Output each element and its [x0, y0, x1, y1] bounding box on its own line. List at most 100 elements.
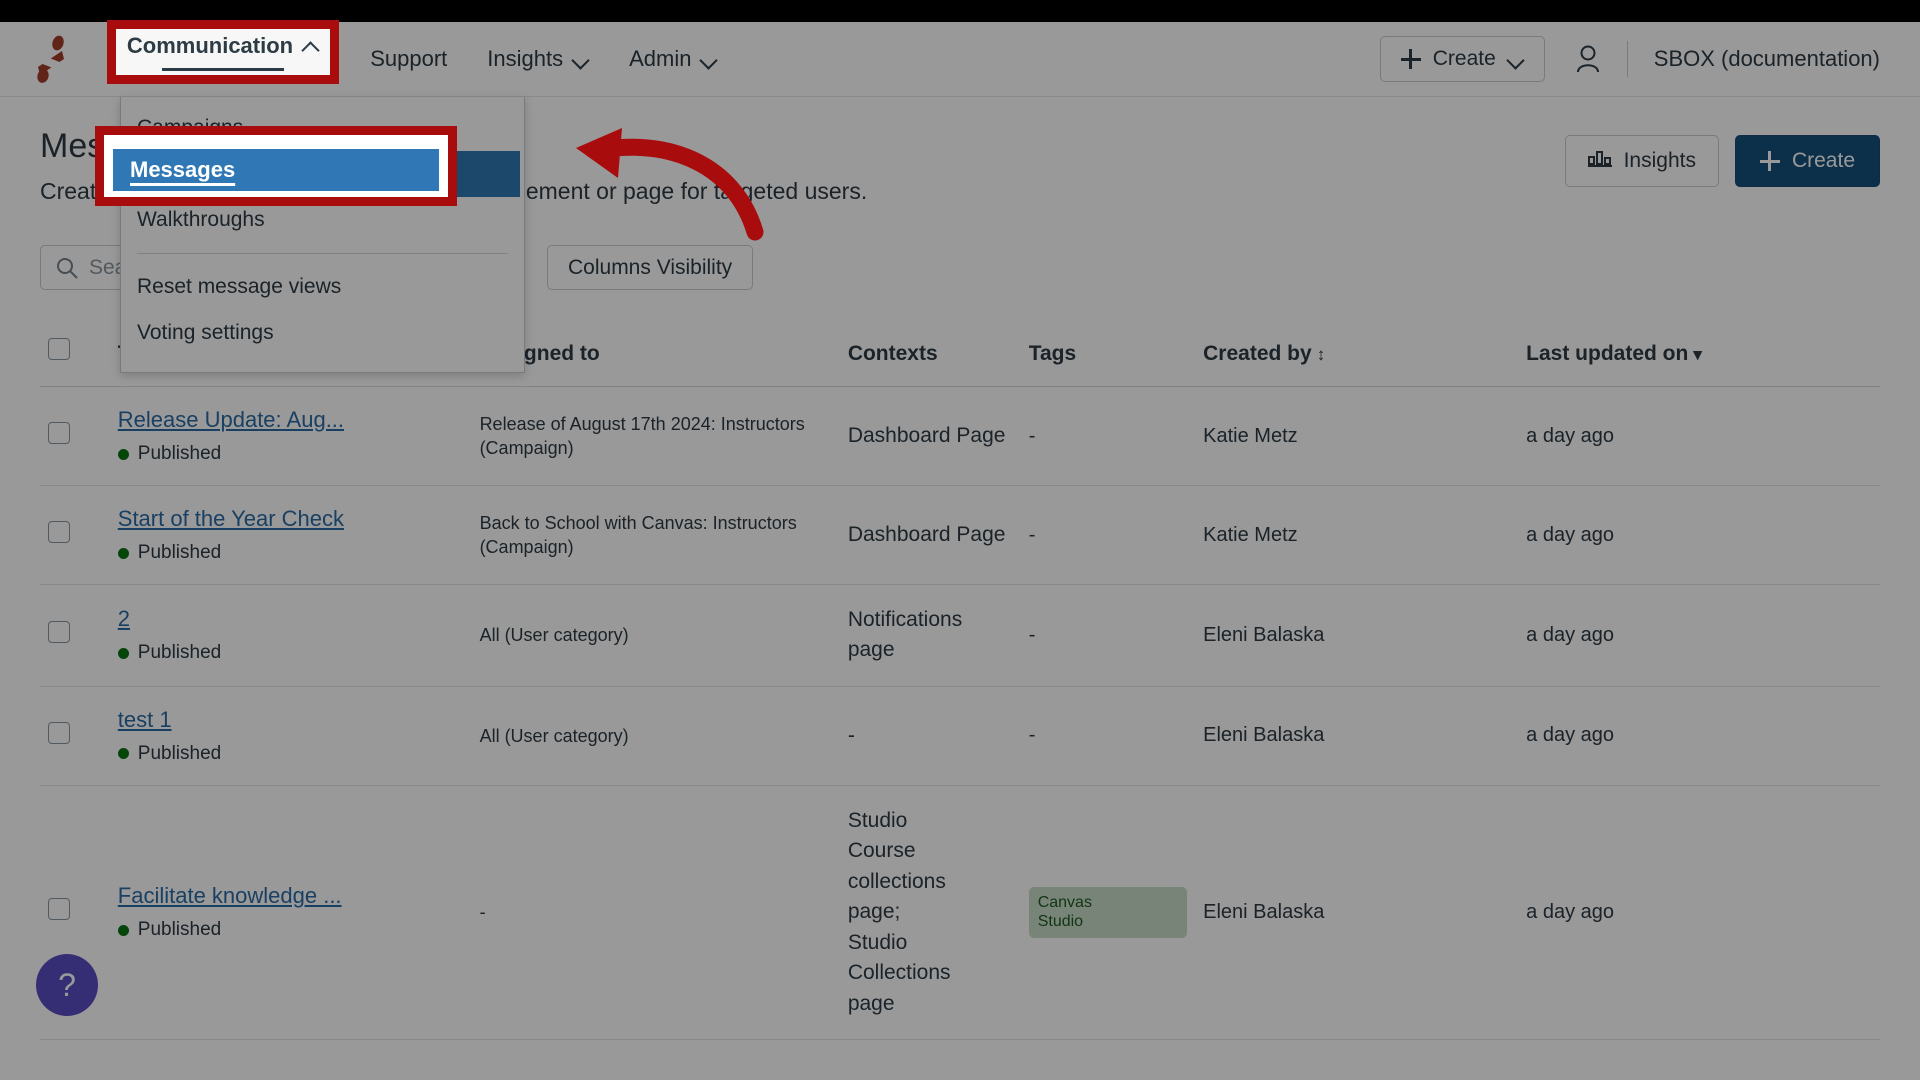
top-navigation-bar: Communication Support Insights Admin Cre… — [0, 22, 1920, 97]
row-checkbox[interactable] — [48, 621, 70, 644]
sort-icon[interactable]: ↕ — [1317, 345, 1326, 365]
row-updated-cell: a day ago — [1518, 485, 1880, 585]
table-row: Release Update: Aug... Published Release… — [40, 386, 1880, 486]
dropdown-separator — [137, 253, 508, 254]
insights-button[interactable]: Insights — [1564, 135, 1719, 187]
nav-item-communication[interactable]: Communication — [118, 22, 350, 97]
row-checkbox[interactable] — [48, 422, 70, 444]
bar-chart-icon — [1587, 148, 1612, 174]
row-checkbox[interactable] — [48, 521, 70, 543]
row-contexts-cell: Dashboard Page — [839, 386, 1021, 486]
dropdown-item-walkthroughs[interactable]: Walkthroughs — [121, 197, 524, 243]
row-title-cell: 2 Published — [109, 584, 472, 687]
row-contexts-cell: - — [839, 686, 1021, 786]
application-window: Communication Support Insights Admin Cre… — [0, 22, 1920, 1080]
dropdown-item-walkthroughs-label: Walkthroughs — [137, 208, 265, 231]
nav-item-insights[interactable]: Insights — [467, 22, 609, 97]
table-row: test 1 Published All (User category) - -… — [40, 686, 1880, 786]
message-title-link[interactable]: test 1 — [118, 707, 172, 733]
status-dot-icon — [117, 547, 129, 559]
row-tags-cell: - — [1020, 584, 1196, 687]
chevron-down-icon — [1508, 51, 1524, 67]
plus-icon — [1759, 151, 1780, 171]
dropdown-item-voting-settings[interactable]: Voting settings — [121, 310, 524, 356]
row-select-cell — [40, 584, 110, 687]
user-icon[interactable] — [1575, 44, 1601, 74]
status-badge: Published — [117, 542, 464, 564]
dropdown-item-voting-settings-label: Voting settings — [137, 321, 274, 344]
table-row: Start of the Year Check Published Back t… — [40, 485, 1880, 585]
column-header-tags: Tags — [1020, 330, 1196, 387]
tag-chip[interactable]: Canvas Studio — [1028, 887, 1188, 938]
row-tags-cell: - — [1020, 386, 1196, 486]
row-select-cell — [40, 386, 110, 486]
status-dot-icon — [117, 924, 129, 936]
chevron-down-icon — [701, 51, 717, 67]
search-icon — [56, 257, 78, 284]
message-title-link[interactable]: Facilitate knowledge ... — [118, 883, 342, 909]
row-title-cell: Release Update: Aug... Published — [109, 386, 472, 486]
column-header-created-by[interactable]: Created by ↕ — [1195, 330, 1519, 387]
status-label: Published — [137, 642, 222, 664]
status-badge: Published — [117, 919, 464, 941]
vertical-divider — [1626, 41, 1628, 77]
top-nav-right-group: Create SBOX (documentation) — [1379, 36, 1902, 82]
column-header-tags-label: Tags — [1028, 342, 1077, 365]
status-label: Published — [137, 742, 222, 764]
row-checkbox[interactable] — [48, 898, 70, 921]
create-button-label: Create — [1791, 149, 1855, 172]
row-tags-cell: - — [1020, 686, 1196, 786]
insights-button-label: Insights — [1623, 149, 1696, 172]
row-assigned-cell: All (User category) — [471, 686, 840, 786]
status-badge: Published — [117, 742, 464, 765]
row-assigned-cell: Back to School with Canvas: Instructors … — [471, 485, 840, 585]
create-button-topnav[interactable]: Create — [1379, 36, 1545, 82]
nav-item-admin-label: Admin — [629, 46, 692, 71]
status-badge: Published — [117, 642, 464, 664]
row-created-by-cell: Katie Metz — [1195, 386, 1519, 486]
message-title-link[interactable]: 2 — [118, 606, 130, 632]
nav-item-insights-label: Insights — [487, 46, 564, 71]
dropdown-item-reset-message-views[interactable]: Reset message views — [121, 264, 524, 310]
message-title-link[interactable]: Start of the Year Check — [118, 506, 344, 532]
message-title-link[interactable]: Release Update: Aug... — [118, 407, 344, 433]
help-button[interactable]: ? — [36, 954, 98, 1016]
row-updated-cell: a day ago — [1518, 386, 1880, 486]
row-created-by-cell: Eleni Balaska — [1195, 686, 1519, 786]
row-created-by-cell: Katie Metz — [1195, 485, 1519, 585]
column-header-last-updated-on[interactable]: Last updated on ▾ — [1518, 330, 1880, 387]
chevron-down-icon — [573, 51, 589, 67]
columns-visibility-button[interactable]: Columns Visibility — [547, 245, 754, 290]
nav-item-support[interactable]: Support — [350, 22, 467, 97]
row-assigned-cell: Release of August 17th 2024: Instructors… — [471, 386, 840, 486]
column-header-created-by-label: Created by — [1203, 342, 1312, 365]
dropdown-item-campaigns[interactable]: Campaigns — [121, 105, 524, 151]
communication-dropdown-menu[interactable]: Campaigns Messages Walkthroughs Reset me… — [120, 97, 525, 373]
status-dot-icon — [117, 647, 129, 659]
create-button[interactable]: Create — [1734, 135, 1880, 187]
row-checkbox[interactable] — [48, 721, 70, 744]
row-title-cell: Facilitate knowledge ... Published — [109, 785, 472, 1040]
dropdown-item-messages[interactable]: Messages — [125, 151, 520, 197]
sort-desc-icon[interactable]: ▾ — [1693, 345, 1702, 365]
status-label: Published — [137, 443, 222, 464]
row-assigned-cell: - — [471, 785, 840, 1040]
account-name: SBOX (documentation) — [1653, 46, 1880, 71]
nav-item-support-label: Support — [370, 46, 448, 71]
impact-logo[interactable] — [28, 35, 78, 83]
column-header-contexts: Contexts — [839, 330, 1021, 387]
row-updated-cell: a day ago — [1518, 686, 1880, 786]
nav-item-admin[interactable]: Admin — [609, 22, 737, 97]
status-dot-icon — [117, 748, 129, 760]
column-header-last-updated-on-label: Last updated on — [1526, 342, 1689, 365]
select-all-checkbox[interactable] — [48, 338, 70, 360]
row-created-by-cell: Eleni Balaska — [1195, 785, 1519, 1040]
nav-item-communication-label: Communication — [138, 46, 305, 71]
dropdown-item-messages-label: Messages — [141, 162, 242, 185]
status-dot-icon — [117, 448, 129, 460]
row-updated-cell: a day ago — [1518, 584, 1880, 687]
table-row: 2 Published All (User category) Notifica… — [40, 584, 1880, 687]
column-header-assigned-to: Assigned to — [471, 330, 840, 387]
row-created-by-cell: Eleni Balaska — [1195, 584, 1519, 687]
row-updated-cell: a day ago — [1518, 785, 1880, 1040]
